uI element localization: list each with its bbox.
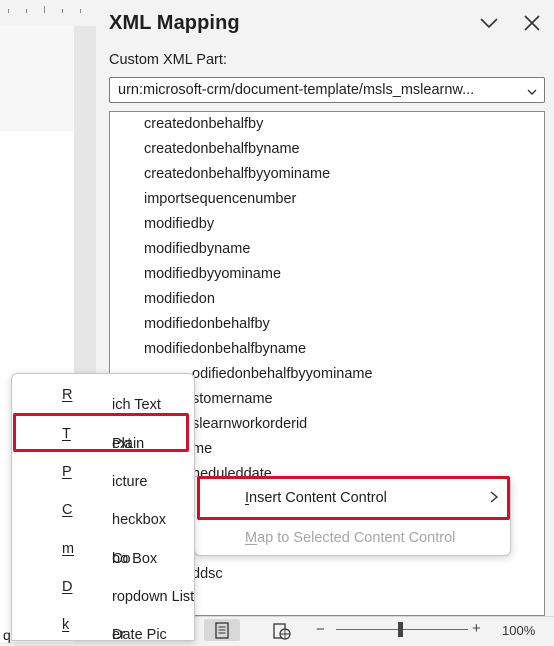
tree-node[interactable]: createdonbehalfbyname <box>144 141 300 157</box>
print-layout-icon <box>215 622 229 639</box>
tree-node[interactable]: createdonbehalfby <box>144 116 263 132</box>
tree-node[interactable]: slearnworkorderid <box>192 416 307 432</box>
close-icon[interactable] <box>519 10 545 36</box>
tree-node[interactable]: modifiedby <box>144 216 214 232</box>
ruler-tick <box>26 9 27 13</box>
zoom-in-button[interactable]: + <box>472 620 481 637</box>
menu-item-label: Rich Text <box>62 387 161 413</box>
zoom-slider-thumb[interactable] <box>398 622 403 637</box>
dropdown-list-item[interactable]: Dropdown List <box>12 569 194 605</box>
zoom-level[interactable]: 100% <box>502 623 535 638</box>
checkbox-item[interactable]: Checkbox <box>12 492 194 528</box>
tree-node[interactable]: odifiedonbehalfbyyominame <box>192 366 373 382</box>
menu-item-label: Map to Selected Content Control <box>245 530 456 546</box>
zoom-out-button[interactable]: − <box>316 621 325 638</box>
print-layout-button[interactable] <box>204 619 240 641</box>
tree-node[interactable]: importsequencenumber <box>144 191 296 207</box>
tree-node[interactable]: modifiedonbehalfby <box>144 316 270 332</box>
menu-item-label: Co m bo Box <box>62 541 158 567</box>
dropdown-caret-icon <box>526 85 538 97</box>
pane-title: XML Mapping <box>109 12 240 34</box>
menu-item-label: Checkbox <box>62 502 167 528</box>
map-to-selected-content-control-item[interactable]: Map to Selected Content Control <box>195 518 510 556</box>
tree-node[interactable]: modifiedonbehalfbyname <box>144 341 306 357</box>
custom-xml-part-dropdown[interactable]: urn:microsoft-crm/document-template/msls… <box>109 77 545 103</box>
tree-node[interactable]: ddsc <box>192 566 223 582</box>
highlight-box <box>13 413 189 452</box>
chevron-down-icon[interactable] <box>476 10 502 36</box>
ruler-tick <box>8 9 9 13</box>
tree-node[interactable]: createdonbehalfbyyominame <box>144 166 330 182</box>
highlight-box <box>197 476 510 520</box>
ruler-tick <box>62 9 63 13</box>
custom-xml-part-value: urn:microsoft-crm/document-template/msls… <box>118 82 475 98</box>
tree-node[interactable]: modifiedon <box>144 291 215 307</box>
menu-item-label: Picture <box>62 464 148 490</box>
combo-box-item[interactable]: Co m bo Box <box>12 531 194 567</box>
custom-xml-part-label: Custom XML Part: <box>109 52 227 68</box>
date-picker-item[interactable]: Date Pic k er <box>12 607 194 643</box>
ruler-tick <box>44 6 45 13</box>
web-layout-icon <box>273 623 291 640</box>
document-header-region <box>0 26 74 131</box>
tree-node[interactable]: me <box>192 441 212 457</box>
horizontal-ruler <box>0 0 96 26</box>
tree-node[interactable]: stomername <box>192 391 273 407</box>
menu-item-label: Dropdown List <box>62 579 195 605</box>
rich-text-item[interactable]: Rich Text <box>12 377 194 413</box>
menu-item-label: Date Pic k er <box>62 617 167 643</box>
tree-node[interactable]: modifiedbyname <box>144 241 250 257</box>
web-layout-button[interactable] <box>272 622 292 640</box>
picture-item[interactable]: Picture <box>12 454 194 490</box>
tree-node[interactable]: modifiedbyyominame <box>144 266 281 282</box>
ruler-tick <box>80 9 81 13</box>
